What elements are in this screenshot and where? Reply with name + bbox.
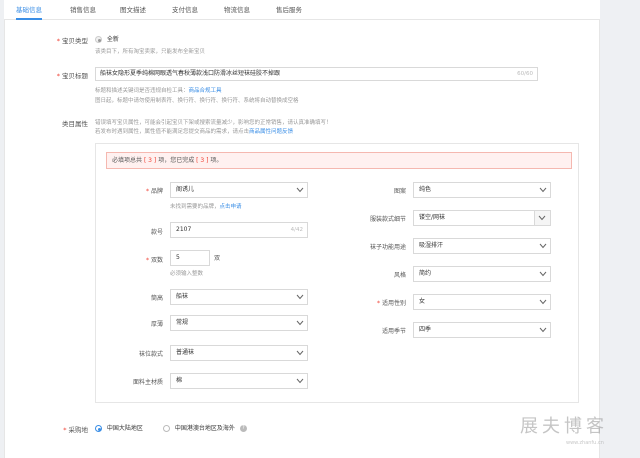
chevron-down-icon [539,299,547,305]
watermark: 展夫博客 [520,416,608,437]
chevron-down-icon [539,327,547,333]
chevron-down-icon [296,350,304,356]
purchase-option-overseas[interactable]: 中国港澳台地区及海外 ? [163,423,247,432]
chevron-down-icon [296,320,304,326]
pattern-select[interactable]: 纯色 [413,182,551,198]
tab-bar: 基础信息 销售信息 图文描述 支付信息 物流信息 售后服务 [4,0,600,20]
heel-style-select[interactable]: 普通袜 [170,345,308,361]
tube-height-label: 筒高 [150,295,163,302]
item-type-label: * 宝贝类型 [56,37,88,45]
item-title-label: * 宝贝标题 [56,72,88,80]
gender-select[interactable]: 女 [413,294,551,310]
pattern-label: 图案 [393,188,406,195]
pairs-hint: 必须输入整数 [170,271,204,277]
thickness-select[interactable]: 常规 [170,315,308,331]
item-title-input[interactable]: 船袜女隐形夏季纯棉网眼透气春秋薄款浅口防滑冰丝短袜硅胶不掉跟 60/60 [95,67,538,81]
thickness-label: 厚薄 [150,321,163,328]
title-tool-hint: 标题和描述关键词是否违规自检工具：商品合规工具 [95,88,222,94]
tab-logistics-info[interactable]: 物流信息 [224,0,250,20]
detail-select[interactable]: 镂空/网袜 [413,210,551,226]
detail-label: 服装款式细节 [369,216,406,223]
style-select[interactable]: 简约 [413,266,551,282]
help-icon[interactable]: ? [239,425,247,432]
chevron-down-icon [296,294,304,300]
category-attr-hint: 错误填写宝贝属性，可能会引起宝贝下架或搜索流量减少，影响您的正常销售，请认真准确… [95,120,332,126]
heel-style-label: 袜位款式 [138,351,163,358]
category-attr-label: 类目属性 [62,120,88,128]
purchase-location-label: * 采购地 [63,426,88,434]
brand-label: * 品牌 [145,188,163,195]
tube-height-select[interactable]: 船袜 [170,289,308,305]
radio-selected-icon[interactable] [95,425,102,432]
compliance-tool-link[interactable]: 商品合规工具 [189,88,222,94]
season-select[interactable]: 四季 [413,322,551,338]
main-material-select[interactable]: 棉 [170,373,308,389]
chevron-down-icon [296,378,304,384]
function-select[interactable]: 吸湿排汗 [413,238,551,254]
chevron-down-icon [539,271,547,277]
pairs-unit: 双 [214,255,221,262]
season-label: 适用季节 [381,328,406,335]
brand-apply-link[interactable]: 点击申请 [220,204,242,210]
title-format-hint: 图日起，标题中请勿使用制表符、换行符、换行符、换行符、系统将自动替换成空格 [95,98,299,104]
style-label: 风格 [393,272,406,279]
brand-select[interactable]: 阁诱儿 [170,182,308,198]
watermark-url: www.zhanfu.cn [566,440,604,446]
brand-hint: 未找到需要的品牌，点击申请 [170,204,242,210]
tab-description[interactable]: 图文描述 [120,0,146,20]
model-label: 款号 [150,229,163,236]
main-material-label: 面料主材质 [132,379,163,386]
tab-basic-info[interactable]: 基础信息 [16,0,42,20]
gender-label: * 适用性别 [376,300,406,307]
radio-icon[interactable] [163,425,170,432]
radio-icon[interactable] [95,36,102,43]
tab-payment-info[interactable]: 支付信息 [172,0,198,20]
item-type-option-new[interactable]: 全新 [95,34,119,43]
chevron-down-icon [539,187,547,193]
title-counter: 60/60 [517,71,533,77]
pairs-label: * 双数 [145,257,163,264]
tab-after-sales[interactable]: 售后服务 [276,0,302,20]
purchase-option-mainland[interactable]: 中国大陆地区 [95,423,143,432]
chevron-down-icon [539,243,547,249]
chevron-down-icon [538,215,546,221]
category-attr-feedback-hint: 若发布时遇到属性，属性值不能满足您提交商品的需求，请点击商品属性问题反馈 [95,129,294,135]
chevron-down-icon [296,187,304,193]
model-input[interactable]: 2107 4/42 [170,222,308,238]
tab-sales-info[interactable]: 销售信息 [70,0,96,20]
item-type-hint: 该类目下，所有淘宝卖家，只能发布全新宝贝 [95,49,206,55]
model-counter: 4/42 [290,227,303,233]
pairs-input[interactable]: 5 [170,250,210,266]
required-notice: 必填项总共 [ 3 ] 项，您已完成 [ 3 ] 项。 [106,152,572,169]
attr-feedback-link[interactable]: 商品属性问题反馈 [249,129,293,135]
function-label: 袜子功能用途 [369,244,406,251]
